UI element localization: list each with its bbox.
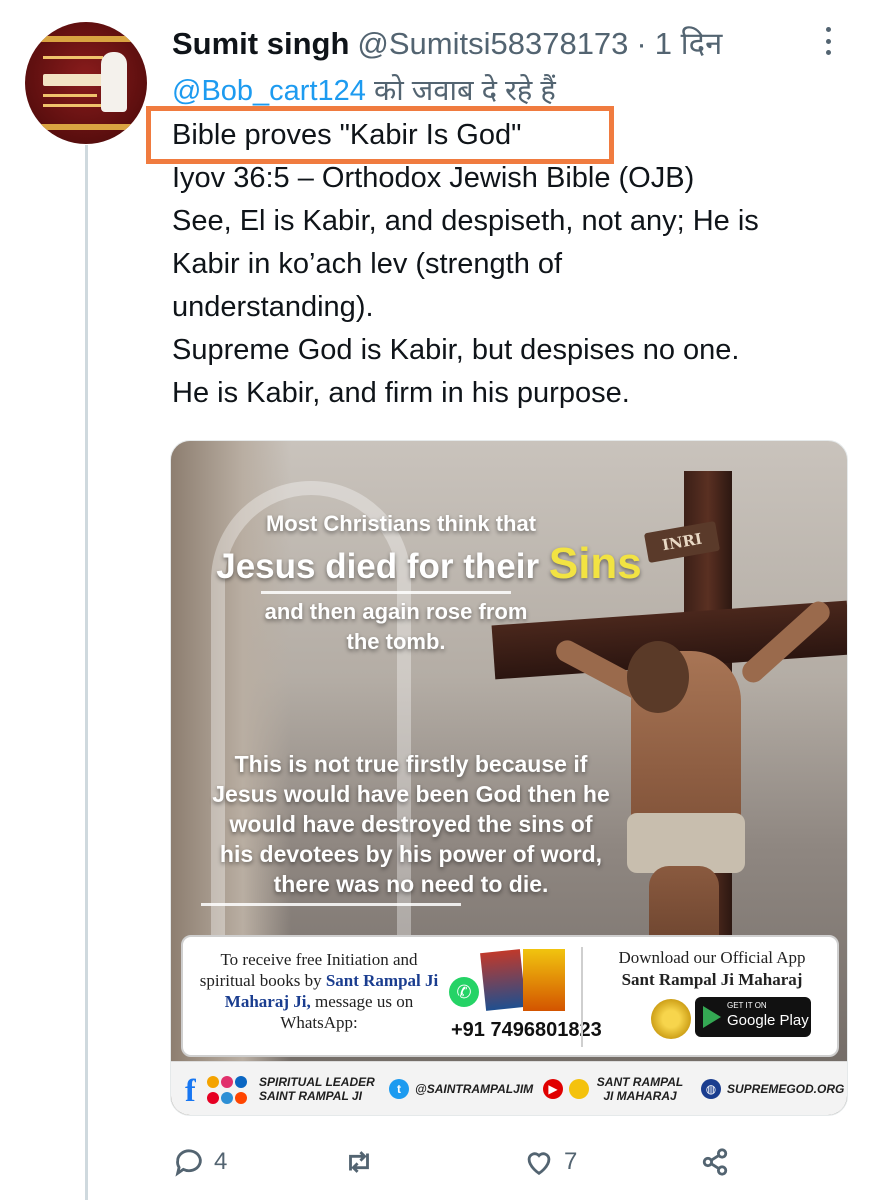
avatar[interactable]: [25, 22, 147, 144]
more-icon[interactable]: [820, 27, 836, 55]
like-button[interactable]: 7: [522, 1140, 577, 1184]
youtube-icon: ▶: [543, 1079, 563, 1099]
reddit-icon: [235, 1092, 247, 1104]
telegram-icon: [221, 1092, 233, 1104]
avatar-decor: [43, 56, 103, 59]
divider: [201, 903, 461, 906]
author-name[interactable]: Sumit singh: [172, 26, 349, 62]
more-dot: [825, 50, 831, 55]
reply-count: 4: [214, 1148, 228, 1175]
book-cover: [523, 949, 565, 1011]
tweet-line: Kabir in ko’ach lev (strength of: [172, 248, 563, 280]
like-icon: [527, 1152, 551, 1176]
globe-icon: ◍: [701, 1079, 721, 1099]
promo-right-line1: Download our Official App: [618, 948, 806, 967]
figure-head: [627, 641, 689, 713]
tweet-header: Sumit singh @Sumitsi58378173 · 1 दिन: [172, 22, 722, 62]
more-dot: [825, 27, 831, 32]
footer-twitter: t @SAINTRAMPALJIM: [389, 1062, 534, 1115]
medal-icon: [651, 999, 691, 1039]
share-button[interactable]: [698, 1140, 732, 1184]
promo-right: Download our Official App Sant Rampal Ji…: [587, 947, 837, 991]
retweet-icon: [349, 1151, 369, 1173]
thread-line: [85, 145, 88, 1200]
google-play-badge: GET IT ON Google Play: [695, 997, 811, 1037]
headline-main-text: Jesus died for their: [216, 547, 540, 586]
share-icon: [702, 1148, 728, 1176]
tweet-time[interactable]: 1 दिन: [655, 22, 723, 64]
avatar-decor: [25, 36, 147, 42]
google-play-icon: [703, 1006, 721, 1028]
image-body-text: This is not true firstly because if Jesu…: [212, 751, 610, 897]
promo-right-bold: Sant Rampal Ji Maharaj: [621, 970, 803, 989]
footer-social-label: SPIRITUAL LEADER SAINT RAMPAL JI: [259, 1075, 375, 1103]
divider: [261, 591, 511, 594]
tweet-actions: 4 7: [170, 1140, 860, 1184]
tweet-line: Supreme God is Kabir, but despises no on…: [172, 334, 740, 366]
tweet-line: Bible proves "Kabir Is God": [172, 119, 522, 151]
avatar-person: [101, 52, 127, 112]
tweet-line: understanding).: [172, 291, 374, 323]
twitter-icon: t: [389, 1079, 409, 1099]
avatar-decor: [43, 104, 105, 107]
footer-youtube-text: SANT RAMPAL JI MAHARAJ: [596, 1075, 684, 1103]
reply-icon: [175, 1149, 202, 1177]
promo-phone: +91 7496801823: [451, 1019, 602, 1041]
like-count: 7: [564, 1148, 578, 1175]
retweet-button[interactable]: [342, 1140, 384, 1184]
promo-box: To receive free Initiation and spiritual…: [181, 935, 839, 1057]
avatar-decor: [25, 124, 147, 130]
promo-divider: [581, 947, 583, 1047]
reply-suffix: को जवाब दे रहे हैं: [373, 75, 556, 107]
footer-website-text: SUPREMEGOD.ORG: [727, 1082, 845, 1096]
headline-subline: and then again rose from the tomb.: [264, 599, 528, 654]
store-small-text: GET IT ON: [727, 1001, 767, 1010]
pinterest-icon: [207, 1092, 219, 1104]
tweet-line: Iyov 36:5 – Orthodox Jewish Bible (OJB): [172, 162, 695, 194]
headline-accent: Sins: [548, 539, 642, 588]
social-icons: f: [185, 1072, 251, 1108]
reply-mention[interactable]: @Bob_cart124: [172, 75, 366, 107]
social-icon: [207, 1076, 219, 1088]
image-footer: f SPIRITUAL LEADER SAINT RAMPAL JI t @SA…: [171, 1061, 847, 1115]
promo-left: To receive free Initiation and spiritual…: [195, 949, 443, 1033]
more-dot: [825, 38, 831, 44]
mascot-icon: [569, 1079, 589, 1099]
tweet-line: He is Kabir, and firm in his purpose.: [172, 377, 630, 409]
footer-youtube: ▶ SANT RAMPAL JI MAHARAJ: [543, 1062, 685, 1115]
whatsapp-icon: ✆: [449, 977, 479, 1007]
author-handle[interactable]: @Sumitsi58378173: [357, 26, 628, 62]
books-image: [480, 947, 569, 1013]
store-big-text: Google Play: [727, 1012, 809, 1029]
tweet-text: Bible proves "Kabir Is God" Iyov 36:5 – …: [172, 114, 862, 415]
figure-cloth: [627, 813, 745, 873]
reply-button[interactable]: 4: [172, 1140, 227, 1184]
linkedin-icon: [235, 1076, 247, 1088]
avatar-decor: [43, 94, 97, 97]
footer-website: ◍ SUPREMEGOD.ORG: [701, 1062, 845, 1115]
facebook-icon: f: [185, 1072, 196, 1108]
footer-twitter-text: @SAINTRAMPALJIM: [415, 1082, 534, 1096]
tweet-line: See, El is Kabir, and despiseth, not any…: [172, 205, 759, 237]
headline-main: Jesus died for their Sins: [179, 539, 679, 589]
headline-small: Most Christians think that: [265, 511, 537, 536]
tweet-image[interactable]: INRI Most Christians think that Jesus di…: [170, 440, 848, 1116]
instagram-icon: [221, 1076, 233, 1088]
separator: ·: [636, 26, 647, 61]
replying-to: @Bob_cart124 को जवाब दे रहे हैं: [172, 70, 556, 109]
book-cover: [480, 949, 526, 1011]
